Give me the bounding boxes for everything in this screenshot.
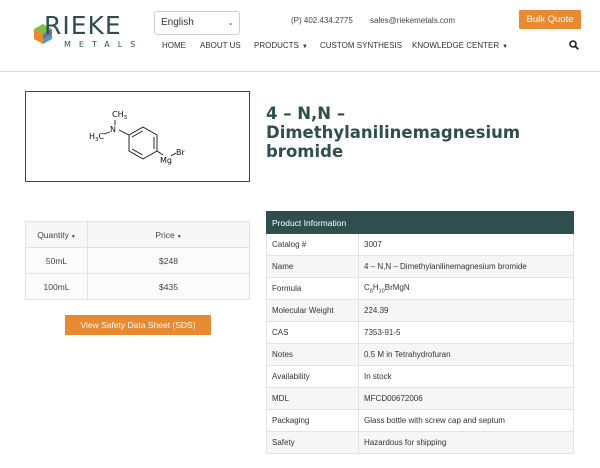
price-table: Quantity ▼ Price ▼ 50mL $248 100mL $435 [25, 221, 250, 300]
language-value: English [161, 17, 194, 28]
price-cell: $435 [87, 273, 250, 300]
product-info-table: Product Information Catalog #3007 Name 4 … [266, 211, 574, 454]
structure-label-mg: Mg [160, 156, 172, 165]
structure-label-ch3: CH3 [112, 110, 128, 121]
chevron-down-icon: ⌄ [227, 18, 234, 27]
site-header: RIEKE METALS English ⌄ (P) 402.434.2775 … [0, 0, 600, 72]
nav-knowledge-center[interactable]: KNOWLEDGE CENTER ▼ [412, 41, 508, 50]
info-label: Packaging [266, 409, 359, 432]
info-value: MFCD00672006 [358, 387, 574, 410]
nav-knowledge-center-label: KNOWLEDGE CENTER [412, 41, 500, 50]
nav-custom-synthesis[interactable]: CUSTOM SYNTHESIS [320, 41, 402, 50]
info-value: In stock [358, 365, 574, 388]
info-label: Formula [266, 277, 359, 300]
price-table-header: Quantity ▼ Price ▼ [25, 221, 250, 248]
info-label: Catalog # [266, 233, 359, 256]
info-value: 0.5 M in Tetrahydrofuran [358, 343, 574, 366]
product-title-line-3: bromide [266, 142, 344, 161]
table-row: Availability In stock [266, 365, 574, 388]
info-value: Hazardous for shipping [358, 431, 574, 454]
info-value-formula: C8H10BrMgN [358, 277, 574, 300]
caret-down-icon: ▼ [301, 44, 308, 50]
info-value: 224.39 [358, 299, 574, 322]
view-sds-button[interactable]: View Safety Data Sheet (SDS) [65, 315, 211, 335]
nav-about-us[interactable]: ABOUT US [200, 41, 241, 50]
table-row: CAS 7353-91-5 [266, 321, 574, 344]
nav-home[interactable]: HOME [162, 41, 186, 50]
table-row: Name 4 – N,N – Dimethylanilinemagnesium b… [266, 255, 574, 278]
bulk-quote-button[interactable]: Bulk Quote [519, 10, 581, 29]
table-row: Catalog #3007 [266, 233, 574, 256]
price-cell: $248 [87, 247, 250, 274]
table-row[interactable]: 50mL $248 [25, 247, 250, 274]
sort-caret-icon: ▼ [70, 233, 76, 240]
info-label: Molecular Weight [266, 299, 359, 322]
brand-name: RIEKE [44, 11, 122, 40]
phone-number[interactable]: (P) 402.434.2775 [291, 16, 353, 25]
info-label: Availability [266, 365, 359, 388]
info-value: 3007 [358, 233, 574, 256]
structure-label-br: Br [176, 148, 185, 157]
search-icon[interactable] [569, 40, 579, 50]
quantity-cell: 50mL [25, 247, 88, 274]
table-row: Safety Hazardous for shipping [266, 431, 574, 454]
rieke-logo[interactable]: RIEKE METALS [34, 11, 144, 54]
structure-label-n: N [110, 125, 116, 134]
table-row: Molecular Weight 224.39 [266, 299, 574, 322]
sort-caret-icon: ▼ [176, 233, 182, 240]
nav-products[interactable]: PRODUCTS ▼ [254, 41, 308, 50]
product-title-line-1: 4 – N,N – [266, 104, 346, 123]
table-row[interactable]: 100mL $435 [25, 273, 250, 300]
table-row: Packaging Glass bottle with screw cap and… [266, 409, 574, 432]
table-row: MDL MFCD00672006 [266, 387, 574, 410]
chemical-structure-image: CH3 N H3C Mg Br [25, 91, 250, 182]
table-row: Formula C8H10BrMgN [266, 277, 574, 300]
price-column-header[interactable]: Price ▼ [87, 221, 250, 248]
structure-diagram: CH3 N H3C Mg Br [89, 110, 185, 165]
info-label: CAS [266, 321, 359, 344]
table-row: Notes 0.5 M in Tetrahydrofuran [266, 343, 574, 366]
info-label: Name [266, 255, 359, 278]
info-value: 7353-91-5 [358, 321, 574, 344]
product-info-heading: Product Information [266, 211, 574, 234]
structure-label-h3c: H3C [89, 132, 105, 143]
email-link[interactable]: sales@riekemetals.com [370, 16, 455, 25]
quantity-column-header[interactable]: Quantity ▼ [25, 221, 88, 248]
language-select[interactable]: English ⌄ [154, 11, 240, 35]
info-label: MDL [266, 387, 359, 410]
nav-products-label: PRODUCTS [254, 41, 299, 50]
info-value: Glass bottle with screw cap and septum [358, 409, 574, 432]
info-value: 4 – N,N – Dimethylanilinemagnesium bromi… [358, 255, 574, 278]
info-label: Safety [266, 431, 359, 454]
product-info-heading-row: Product Information [266, 211, 574, 234]
brand-sub: METALS [64, 40, 144, 49]
info-label: Notes [266, 343, 359, 366]
product-title: 4 – N,N – Dimethylanilinemagnesium bromi… [266, 104, 576, 161]
quantity-cell: 100mL [25, 273, 88, 300]
caret-down-icon: ▼ [502, 44, 509, 50]
product-title-line-2: Dimethylanilinemagnesium [266, 123, 521, 142]
